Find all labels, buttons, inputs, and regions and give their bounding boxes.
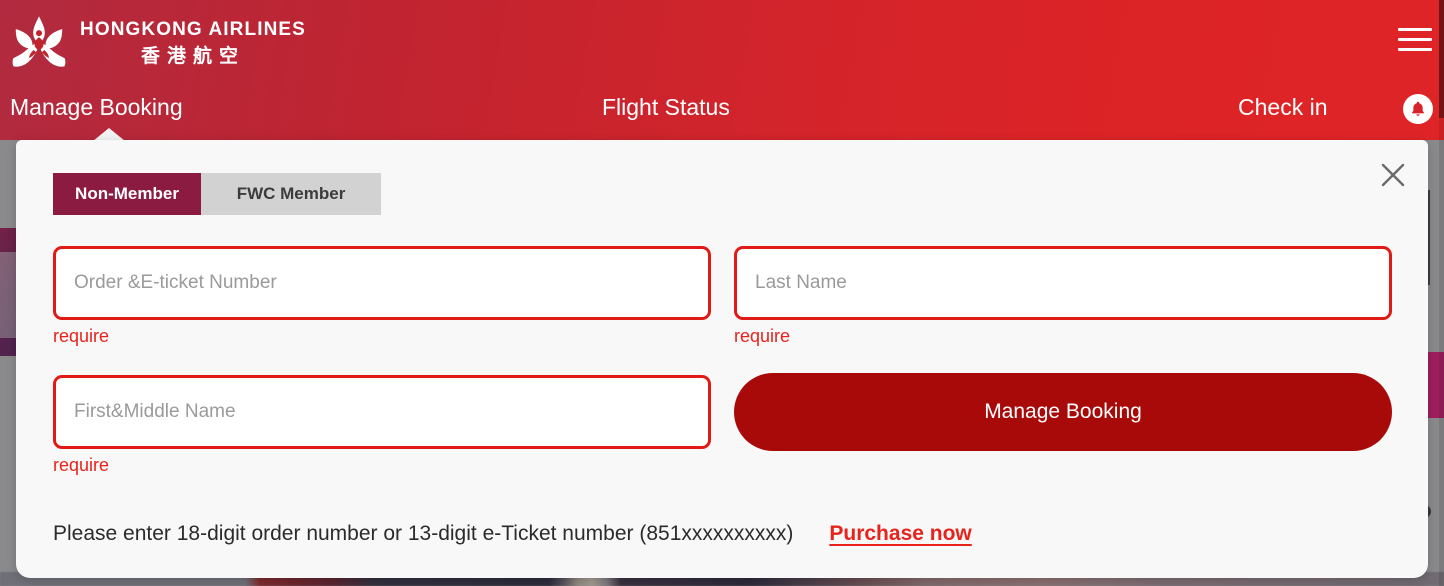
tab-non-member[interactable]: Non-Member	[53, 173, 201, 215]
nav-item-flight-status[interactable]: Flight Status	[602, 94, 730, 121]
last-name-input[interactable]: Last Name	[734, 246, 1392, 320]
form-hint-text: Please enter 18-digit order number or 13…	[53, 522, 794, 545]
brand-name-en: HONGKONG AIRLINES	[80, 19, 306, 40]
first-middle-name-placeholder: First&Middle Name	[74, 401, 236, 422]
brand-logo[interactable]: HONGKONG AIRLINES 香港航空	[10, 14, 306, 72]
manage-booking-panel: Non-Member FWC Member Order &E-ticket Nu…	[16, 140, 1428, 578]
notification-button[interactable]	[1403, 94, 1433, 124]
page-scrollbar-thumb[interactable]	[1439, 0, 1444, 118]
bell-icon	[1412, 101, 1424, 116]
first-middle-name-error: require	[53, 455, 110, 475]
first-middle-name-input[interactable]: First&Middle Name	[53, 375, 711, 449]
form-hint-row: Please enter 18-digit order number or 13…	[53, 522, 972, 546]
close-x-icon	[1381, 163, 1405, 187]
tab-fwc-member[interactable]: FWC Member	[201, 173, 381, 215]
order-eticket-error: require	[53, 326, 110, 346]
hamburger-bar	[1398, 28, 1432, 31]
nav-item-manage-booking[interactable]: Manage Booking	[10, 94, 183, 121]
member-type-tabs: Non-Member FWC Member	[53, 173, 381, 215]
manage-booking-submit-button[interactable]: Manage Booking	[734, 373, 1392, 451]
site-header: HONGKONG AIRLINES 香港航空 Manage Booking Fl…	[0, 0, 1444, 141]
last-name-placeholder: Last Name	[755, 272, 847, 293]
hamburger-bar	[1398, 48, 1432, 51]
hamburger-menu-icon[interactable]	[1398, 28, 1432, 54]
purchase-now-link[interactable]: Purchase now	[829, 522, 971, 546]
brand-name-zh: 香港航空	[140, 45, 245, 67]
hamburger-bar	[1398, 38, 1432, 41]
order-eticket-input[interactable]: Order &E-ticket Number	[53, 246, 711, 320]
nav-item-check-in[interactable]: Check in	[1238, 94, 1327, 121]
close-panel-button[interactable]	[1376, 158, 1410, 192]
order-eticket-placeholder: Order &E-ticket Number	[74, 272, 277, 293]
last-name-error: require	[734, 326, 791, 346]
brand-text: HONGKONG AIRLINES 香港航空	[80, 20, 306, 66]
bauhinia-logo-icon	[12, 16, 66, 67]
